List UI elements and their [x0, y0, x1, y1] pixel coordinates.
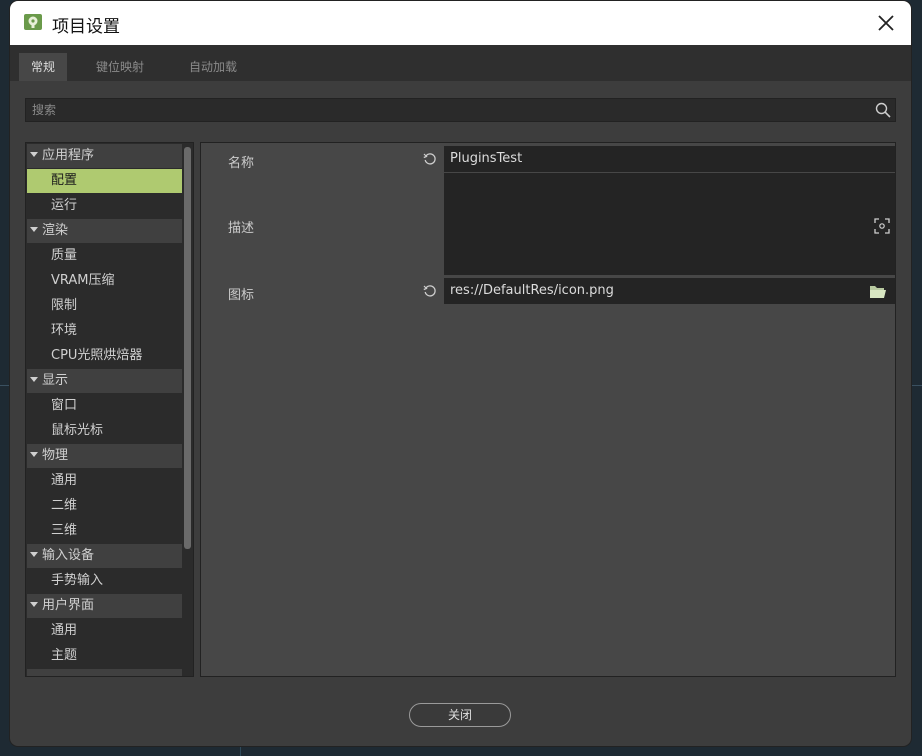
caret-down-icon — [30, 152, 38, 157]
tree-item-theme[interactable]: 主题 — [27, 644, 182, 668]
caret-down-icon — [30, 377, 38, 382]
tab-bar: 常规 键位映射 自动加载 — [10, 45, 911, 81]
revert-icon[interactable] — [423, 152, 437, 166]
settings-category-tree: 应用程序 配置 运行 渲染 质量 VRAM压缩 限制 环境 CPU光照烘焙器 显… — [25, 142, 194, 677]
close-icon[interactable] — [874, 11, 898, 35]
tree-item-vram-compression[interactable]: VRAM压缩 — [27, 269, 182, 293]
revert-icon[interactable] — [423, 284, 437, 298]
tree-item-config[interactable]: 配置 — [27, 169, 182, 193]
tree-item-environment[interactable]: 环境 — [27, 319, 182, 343]
godot-icon — [24, 14, 42, 30]
name-field[interactable]: PluginsTest — [444, 146, 895, 172]
folder-icon[interactable] — [869, 284, 887, 299]
tree-item-window[interactable]: 窗口 — [27, 394, 182, 418]
tree-item-run[interactable]: 运行 — [27, 194, 182, 218]
caret-down-icon — [30, 602, 38, 607]
tab-autoload[interactable]: 自动加载 — [177, 55, 249, 81]
search-input[interactable] — [26, 99, 866, 121]
expand-icon[interactable] — [874, 218, 890, 234]
close-button[interactable]: 关闭 — [409, 703, 511, 727]
tree-item-physics-common[interactable]: 通用 — [27, 469, 182, 493]
search-bar — [25, 98, 896, 122]
icon-path-field[interactable]: res://DefaultRes/icon.png — [444, 278, 895, 304]
caret-down-icon — [30, 452, 38, 457]
tree-section-rendering[interactable]: 渲染 — [27, 219, 182, 243]
tree-item-mouse-cursor[interactable]: 鼠标光标 — [27, 419, 182, 443]
title-bar: 项目设置 — [10, 1, 911, 45]
properties-panel: 名称 PluginsTest 描述 图标 res://DefaultRes/ic… — [200, 142, 896, 677]
project-settings-dialog: 项目设置 常规 键位映射 自动加载 应用程序 配置 运行 渲染 质量 VRAM压… — [10, 1, 911, 746]
description-field[interactable] — [444, 173, 895, 275]
tree-item-pointing[interactable]: 手势输入 — [27, 569, 182, 593]
tree-item-gui-common[interactable]: 通用 — [27, 619, 182, 643]
tab-input-map[interactable]: 键位映射 — [84, 55, 156, 81]
tree-section-application[interactable]: 应用程序 — [27, 144, 182, 168]
name-label: 名称 — [228, 156, 255, 171]
tree-section-display[interactable]: 显示 — [27, 369, 182, 393]
caret-down-icon — [30, 227, 38, 232]
tree-item-quality[interactable]: 质量 — [27, 244, 182, 268]
tree-section-physics[interactable]: 物理 — [27, 444, 182, 468]
tree-item-cpu-lightmapper[interactable]: CPU光照烘焙器 — [27, 344, 182, 368]
tab-general[interactable]: 常规 — [19, 53, 68, 81]
icon-label: 图标 — [228, 288, 255, 303]
window-title: 项目设置 — [52, 17, 120, 37]
tree-section-partial — [27, 669, 182, 676]
tree-item-limits[interactable]: 限制 — [27, 294, 182, 318]
tree-item-3d[interactable]: 三维 — [27, 519, 182, 543]
tree-item-2d[interactable]: 二维 — [27, 494, 182, 518]
caret-down-icon — [30, 552, 38, 557]
tree-scrollbar[interactable] — [184, 147, 191, 549]
description-label: 描述 — [228, 221, 255, 236]
tree-section-gui[interactable]: 用户界面 — [27, 594, 182, 618]
search-icon[interactable] — [875, 102, 891, 118]
tree-section-input-devices[interactable]: 输入设备 — [27, 544, 182, 568]
